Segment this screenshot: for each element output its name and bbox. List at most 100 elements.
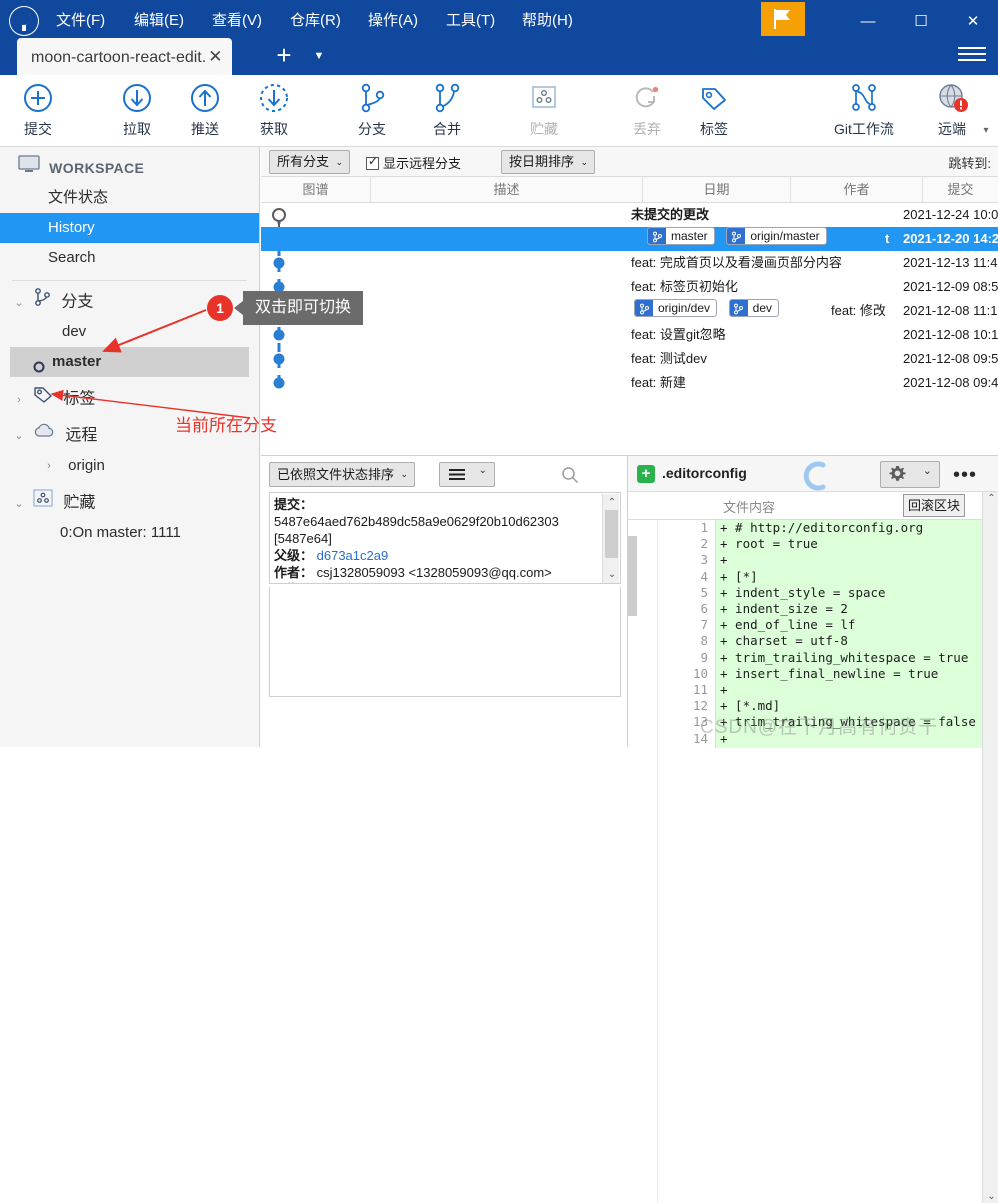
toolbar-discard-button[interactable]: 丢弃 (615, 81, 679, 143)
chevron-down-icon[interactable]: ⌄ (10, 288, 28, 318)
window-minimize-button[interactable]: — (845, 0, 891, 43)
table-row[interactable]: origin/dev dev feat: 修改 2021-12-08 11:17… (261, 299, 998, 323)
branch-filter-select[interactable]: 所有分支 ⌄ (269, 150, 351, 174)
table-row[interactable]: 未提交的更改 2021-12-24 10:02 * * (261, 203, 998, 227)
spinner-icon (793, 461, 837, 494)
diff-left-scrollbar-thumb[interactable] (628, 536, 637, 616)
menu-help[interactable]: 帮助(H) (518, 9, 577, 33)
toolbar-remote-button[interactable]: 远端 (920, 81, 984, 143)
column-header-description[interactable]: 描述 (371, 177, 643, 202)
column-header-date[interactable]: 日期 (643, 177, 791, 202)
add-tab-button[interactable]: + (270, 42, 298, 70)
sidebar-item-search[interactable]: Search (0, 243, 259, 273)
table-row[interactable]: feat: 测试dev 2021-12-08 09:56 csj13280590… (261, 347, 998, 371)
sidebar: WORKSPACE 文件状态 History Search ⌄ 分支 dev m… (0, 147, 260, 747)
window-maximize-button[interactable]: ☐ (898, 0, 944, 43)
history-filter-bar: 所有分支 ⌄ 显示远程分支 按日期排序 ⌄ 跳转到: (261, 147, 998, 177)
toolbar-overflow-button[interactable]: ▾ (978, 123, 994, 139)
menu-icon[interactable] (958, 42, 988, 68)
row-description: feat: 完成首页以及看漫画页部分内容 (631, 255, 842, 270)
toolbar-stash-button[interactable]: 贮藏 (512, 81, 576, 143)
sidebar-remote-label: origin (68, 457, 105, 474)
branch-icon (727, 228, 746, 244)
chevron-down-icon: ⌄ (335, 157, 344, 167)
menu-file[interactable]: 文件(F) (52, 9, 109, 33)
chevron-down-icon[interactable]: ⌄ (10, 421, 28, 451)
chevron-right-icon[interactable]: › (40, 451, 58, 481)
table-row[interactable]: master origin/master t 2021-12-20 14:29 … (261, 227, 998, 251)
row-description: feat: 标签页初始化 (631, 279, 738, 294)
sidebar-section-stashes[interactable]: ⌄ 贮藏 (0, 488, 259, 518)
menu-tools[interactable]: 工具(T) (442, 9, 499, 33)
sidebar-item-history[interactable]: History (0, 213, 259, 243)
file-view-mode-button[interactable]: ⌄ (439, 462, 495, 487)
sidebar-item-label: History (48, 219, 95, 236)
column-header-author[interactable]: 作者 (791, 177, 923, 202)
file-content-label: 文件内容 (723, 500, 776, 515)
menu-repository[interactable]: 仓库(R) (286, 9, 345, 33)
table-row[interactable]: feat: 标签页初始化 2021-12-09 08:57 csj1328059… (261, 275, 998, 299)
scroll-up-icon[interactable]: ⌃ (986, 493, 997, 504)
menu-actions[interactable]: 操作(A) (364, 9, 422, 33)
scroll-down-icon[interactable]: ⌄ (606, 566, 618, 583)
chevron-down-icon[interactable]: ⌄ (10, 489, 28, 519)
sidebar-branch-dev[interactable]: dev (0, 317, 259, 347)
sidebar-branch-label: dev (62, 323, 87, 340)
show-remote-branches-checkbox[interactable]: 显示远程分支 (366, 153, 461, 172)
scroll-down-icon[interactable]: ⌄ (986, 1191, 997, 1202)
commit-hash-value: 5487e64aed762b489dc58a9e0629f20b10d62303… (274, 514, 559, 546)
scroll-up-icon[interactable]: ⌃ (606, 494, 618, 511)
file-sort-select[interactable]: 已依照文件状态排序 ⌄ (269, 462, 416, 487)
branch-icon (729, 300, 748, 316)
ref-tag-origin-dev[interactable]: origin/dev (634, 299, 718, 317)
sidebar-branch-master[interactable]: master (10, 347, 249, 377)
toolbar-gitflow-button[interactable]: Git工作流 (818, 81, 910, 143)
sidebar-item-file-status[interactable]: 文件状态 (0, 183, 259, 213)
toolbar-tag-button[interactable]: 标签 (682, 81, 746, 143)
table-row[interactable]: feat: 设置git忽略 2021-12-08 10:16 csj132805… (261, 323, 998, 347)
sidebar-stash-item[interactable]: 0:On master: 1111 (0, 518, 259, 548)
more-dots-icon[interactable]: ••• (953, 464, 977, 487)
scrollbar-thumb[interactable] (605, 510, 618, 558)
tab-repository[interactable]: moon-cartoon-react-edit. ✕ (17, 38, 233, 75)
chevron-down-icon[interactable]: ▼ (308, 50, 330, 66)
sidebar-remote-origin[interactable]: › origin (0, 451, 259, 481)
current-branch-marker-icon (32, 355, 46, 385)
toolbar-fetch-button[interactable]: 获取 (242, 81, 306, 143)
toolbar-branch-button[interactable]: 分支 (340, 81, 404, 143)
flag-button[interactable] (761, 2, 805, 36)
menu-view[interactable]: 查看(V) (208, 9, 266, 33)
toolbar-pull-button[interactable]: 拉取 (105, 81, 169, 143)
parent-hash-value[interactable]: d673a1c2a9 (317, 548, 389, 563)
ref-tag-dev[interactable]: dev (728, 299, 780, 317)
table-row[interactable]: feat: 新建 2021-12-08 09:43 csj1328059093 … (261, 371, 998, 395)
table-row[interactable]: feat: 完成首页以及看漫画页部分内容 2021-12-13 11:40 cs… (261, 251, 998, 275)
sidebar-section-tags[interactable]: › 标签 (0, 384, 259, 414)
ref-tag-origin-master[interactable]: origin/master (726, 227, 827, 245)
close-icon[interactable]: ✕ (208, 38, 222, 75)
toolbar-push-button[interactable]: 推送 (173, 81, 237, 143)
search-icon[interactable] (561, 466, 579, 487)
toolbar-merge-button[interactable]: 合并 (415, 81, 479, 143)
ref-tag-label: origin/dev (658, 301, 711, 315)
history-rows: 未提交的更改 2021-12-24 10:02 * * master origi… (261, 203, 998, 455)
annotation-badge-1: 1 (207, 295, 233, 321)
diff-scrollbar[interactable]: ⌃ ⌄ (982, 492, 998, 1203)
diff-header: + .editorconfig ⌄ ••• (628, 456, 998, 492)
tab-label: moon-cartoon-react-edit. (31, 49, 207, 66)
window-close-button[interactable]: ✕ (950, 0, 996, 43)
sort-order-select[interactable]: 按日期排序 ⌄ (501, 150, 596, 174)
detail-scrollbar[interactable]: ⌃ ⌄ (602, 494, 619, 583)
column-header-graph[interactable]: 图谱 (261, 177, 371, 202)
commit-parent-line: 父级： d673a1c2a9 (274, 547, 600, 564)
ref-tag-master[interactable]: master (647, 227, 715, 245)
column-header-commit[interactable]: 提交 (923, 177, 998, 202)
menu-edit[interactable]: 编辑(E) (130, 9, 188, 33)
chevron-right-icon[interactable]: › (10, 385, 28, 415)
toolbar-gitflow-label: Git工作流 (834, 121, 894, 137)
diff-settings-button[interactable]: ⌄ (880, 461, 940, 488)
row-date: 2021-12-20 14:29 (903, 231, 998, 246)
rollback-hunk-button[interactable]: 回滚区块 (903, 494, 966, 517)
changed-files-list[interactable] (269, 587, 621, 697)
toolbar-commit-button[interactable]: 提交 (6, 81, 70, 143)
